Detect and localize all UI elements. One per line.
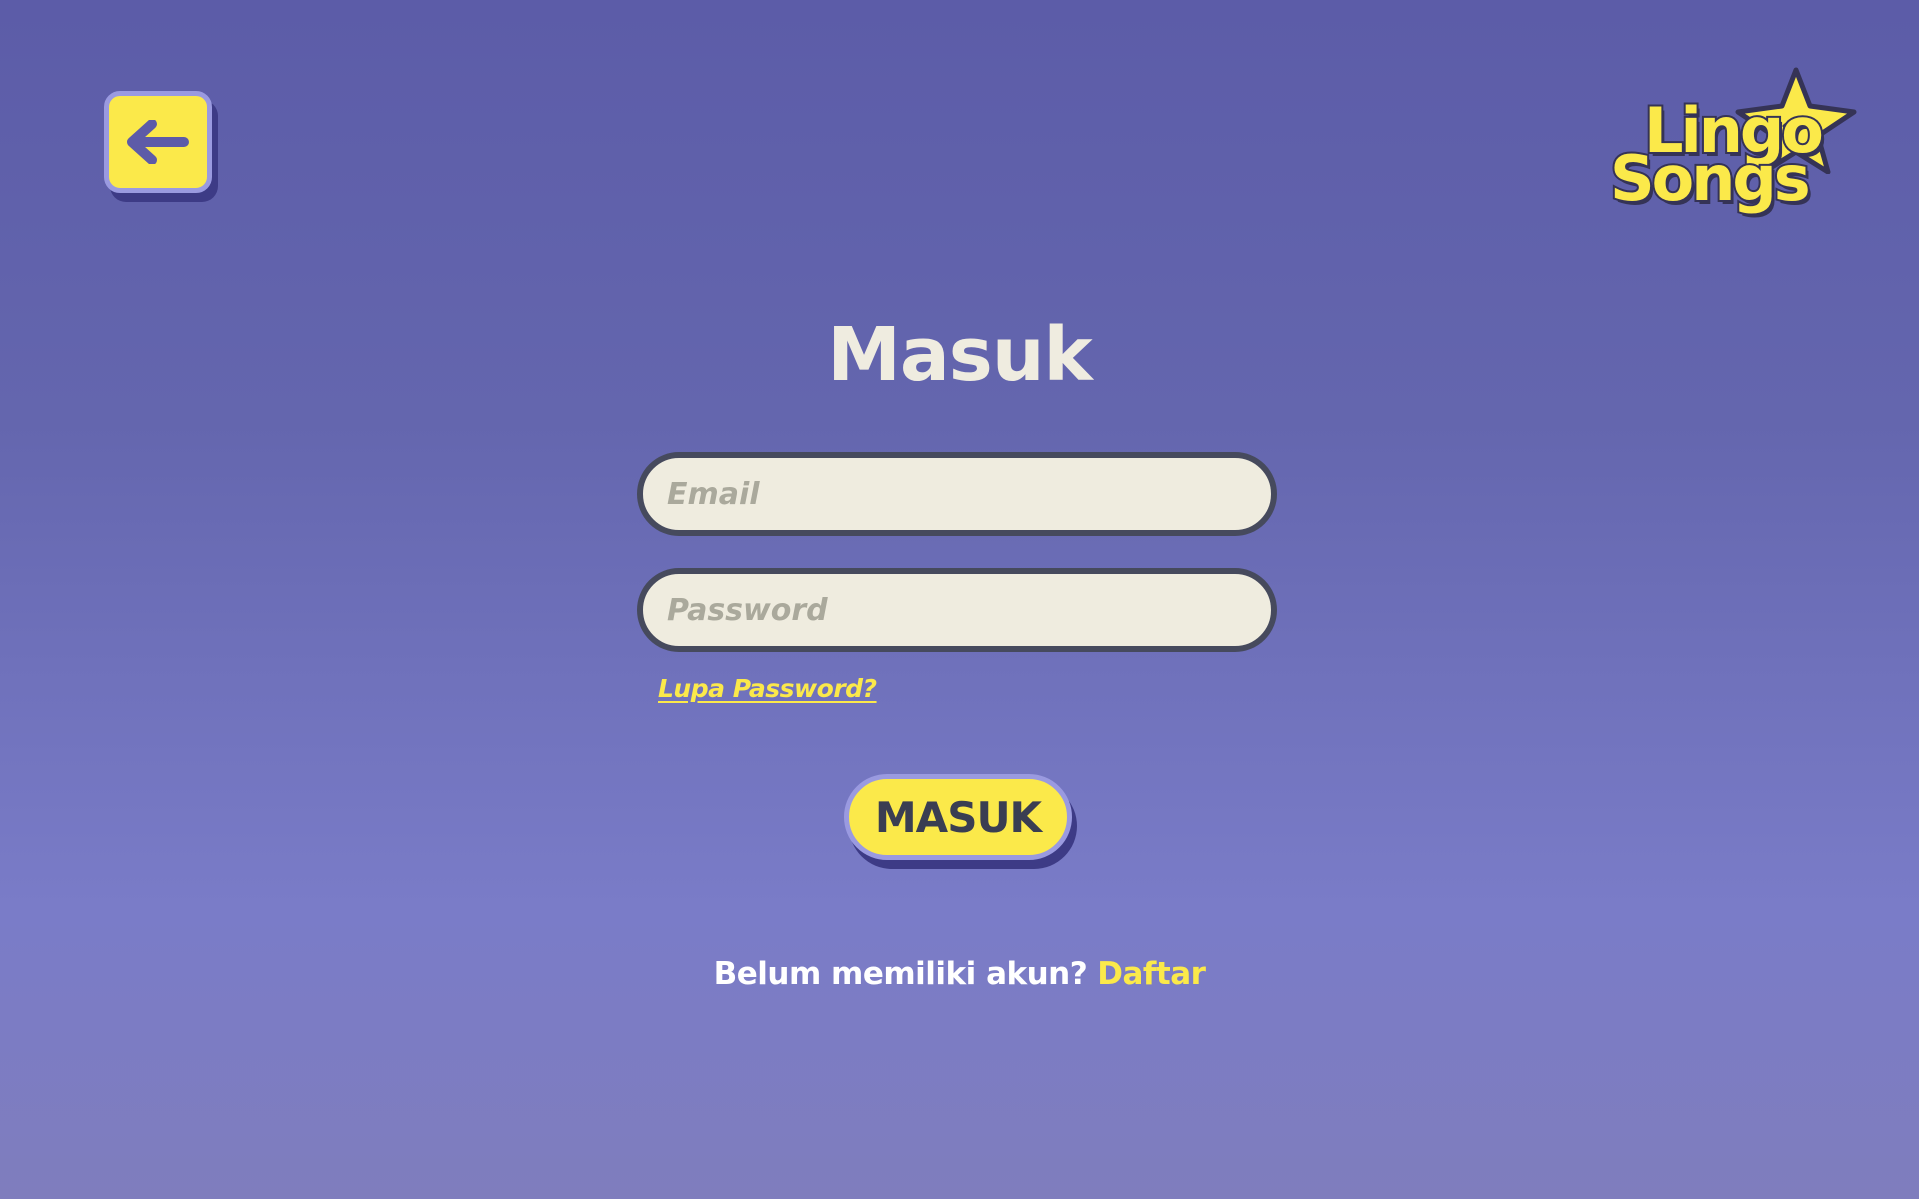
page-title: Masuk bbox=[827, 312, 1093, 398]
back-button[interactable] bbox=[104, 91, 212, 193]
signup-row: Belum memiliki akun? Daftar bbox=[0, 956, 1919, 992]
logo-text-line2: Songs bbox=[1608, 142, 1813, 215]
email-field[interactable] bbox=[665, 475, 1249, 513]
login-button[interactable]: MASUK bbox=[844, 774, 1072, 860]
signup-prompt: Belum memiliki akun? bbox=[713, 956, 1088, 992]
forgot-password-link[interactable]: Lupa Password? bbox=[658, 674, 877, 703]
lingosongs-logo: Lingo Songs bbox=[1604, 66, 1860, 252]
arrow-left-icon bbox=[126, 120, 190, 164]
password-field[interactable] bbox=[665, 591, 1249, 629]
signup-link[interactable]: Daftar bbox=[1097, 956, 1206, 992]
password-field-wrapper bbox=[637, 568, 1277, 652]
email-field-wrapper bbox=[637, 452, 1277, 536]
